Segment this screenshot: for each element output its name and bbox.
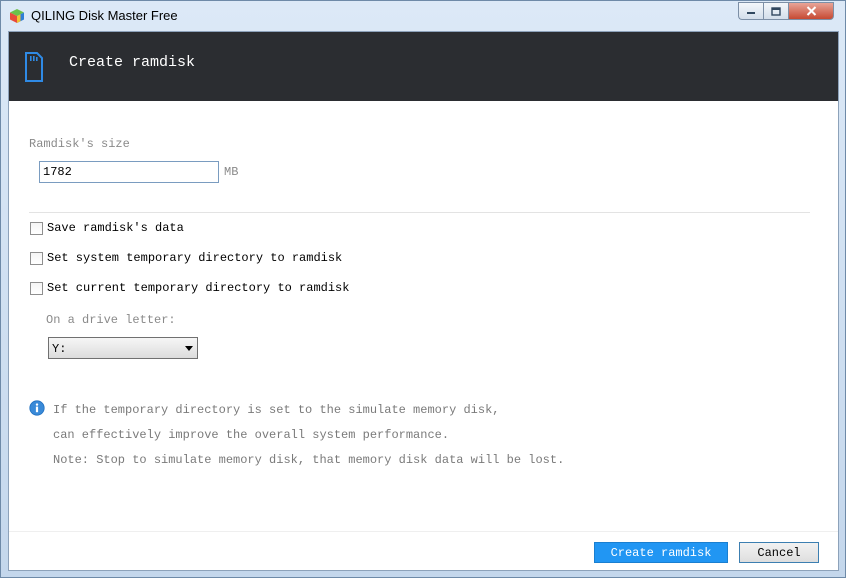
- window-title: QILING Disk Master Free: [31, 8, 178, 23]
- drive-letter-value: Y:: [52, 342, 67, 356]
- footer-divider: [9, 531, 838, 532]
- minimize-icon: [747, 12, 755, 14]
- maximize-icon: [771, 6, 781, 16]
- current-temp-label: Set current temporary directory to ramdi…: [47, 281, 350, 295]
- save-data-checkbox[interactable]: [30, 221, 43, 235]
- create-ramdisk-button[interactable]: Create ramdisk: [594, 542, 728, 563]
- info-line-3: Note: Stop to simulate memory disk, that…: [53, 453, 565, 467]
- title-bar[interactable]: QILING Disk Master Free: [1, 1, 845, 31]
- info-line-1: If the temporary directory is set to the…: [53, 403, 500, 417]
- system-temp-checkbox[interactable]: [30, 251, 43, 265]
- drive-letter-label: On a drive letter:: [46, 313, 176, 327]
- window-controls: [738, 2, 834, 21]
- dialog-body: Create ramdisk Ramdisk's size MB Save ra…: [8, 31, 839, 571]
- save-data-label: Save ramdisk's data: [47, 221, 184, 235]
- ramdisk-size-input[interactable]: [39, 161, 219, 183]
- save-data-option[interactable]: Save ramdisk's data: [30, 221, 184, 235]
- size-unit-label: MB: [224, 165, 239, 179]
- system-temp-option[interactable]: Set system temporary directory to ramdis…: [30, 251, 342, 265]
- minimize-button[interactable]: [738, 2, 763, 20]
- dropdown-arrow-icon: [185, 346, 193, 351]
- app-logo-icon: [10, 9, 24, 23]
- maximize-button[interactable]: [763, 2, 788, 20]
- current-temp-checkbox[interactable]: [30, 281, 43, 295]
- page-title: Create ramdisk: [69, 54, 196, 71]
- info-line-2: can effectively improve the overall syst…: [53, 428, 450, 442]
- info-icon: [29, 400, 45, 416]
- current-temp-option[interactable]: Set current temporary directory to ramdi…: [30, 281, 349, 295]
- app-window: QILING Disk Master Free Create ramdisk R…: [0, 0, 846, 578]
- ramdisk-size-label: Ramdisk's size: [29, 137, 130, 151]
- close-button[interactable]: [788, 2, 834, 20]
- system-temp-label: Set system temporary directory to ramdis…: [47, 251, 343, 265]
- sd-card-icon: [25, 52, 43, 82]
- drive-letter-select[interactable]: Y:: [48, 337, 198, 359]
- cancel-button[interactable]: Cancel: [739, 542, 819, 563]
- header-banner: Create ramdisk: [9, 32, 838, 101]
- close-icon: [806, 6, 816, 16]
- divider: [29, 212, 810, 213]
